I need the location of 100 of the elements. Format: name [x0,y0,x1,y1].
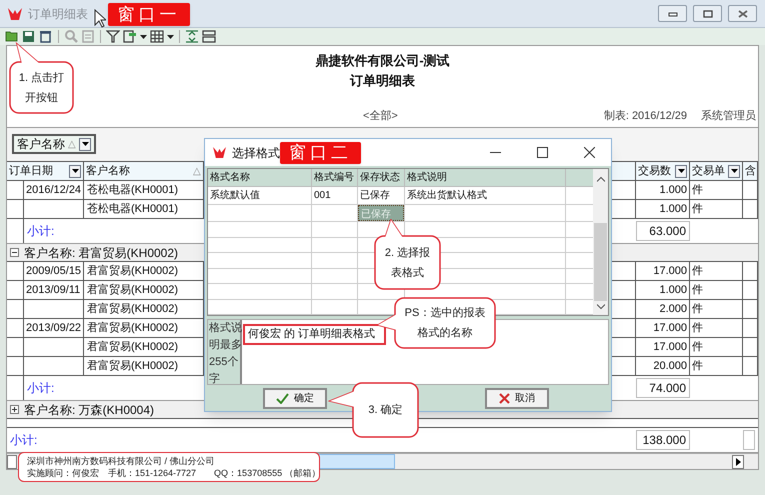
dropdown-arrow-icon [678,169,684,173]
cancel-button[interactable]: 取消 [485,388,549,408]
window-label: 窗口二 [280,142,361,164]
group-label: 客户名称: 万森(KH0004) [24,402,154,418]
table-cell: 件 [690,319,743,337]
column-header[interactable]: 交易单 [692,162,725,180]
minimize-icon[interactable] [490,152,501,154]
dropdown-button[interactable] [728,164,740,178]
callout-text: 1. 点击打 开按钮 [18,70,64,106]
rows-icon[interactable] [202,30,216,43]
dropdown-arrow-icon [730,169,738,173]
callout-text: 2. 选择报 表格式 [384,246,430,280]
table-cell [743,430,755,450]
column-header[interactable]: 订单日期 [9,162,53,180]
close-icon [738,10,748,18]
subtotal-label: 小计: [26,223,54,240]
description-text: 何俊宏 的 订单明细表格式 [243,324,386,345]
vertical-scrollbar[interactable] [593,169,608,315]
report-title: 订单明细表 [350,72,415,90]
scroll-right-icon[interactable] [736,458,740,466]
table-cell[interactable]: 系统默认值 [208,187,311,204]
column-header[interactable]: 客户名称 [86,162,130,180]
checkmark-icon [276,392,289,404]
column-header[interactable]: 格式说明 [405,169,566,186]
dropdown-button[interactable] [79,138,91,151]
table-cell: 1.000 [636,181,690,199]
dropdown-button[interactable] [675,164,687,178]
minimize-button[interactable] [658,5,687,22]
group-by-chip[interactable]: 客户名称 △ [12,134,96,154]
maximize-icon[interactable] [537,147,548,158]
table-cell: 17.000 [636,338,690,356]
callout-bubble [373,219,442,291]
table-cell[interactable]: 已保存 [358,187,404,204]
table-cell: 17.000 [636,262,690,280]
table-cell: 件 [690,200,743,218]
restore-button[interactable] [693,5,722,22]
save-icon[interactable] [22,30,36,43]
table-cell: 2013/09/11 [24,281,84,299]
logo-icon [8,8,22,20]
subtotal-value: 138.000 [636,430,690,450]
dropdown-arrow-icon [72,169,78,173]
table-cell: 件 [690,300,743,318]
caret-icon[interactable] [140,34,147,38]
caret-icon[interactable] [167,34,174,38]
subtotal-label: 小计: [26,380,54,397]
restore-icon [702,10,712,18]
expand-toggle[interactable] [10,405,19,414]
dropdown-arrow-icon [82,142,88,146]
dialog-title: 选择格式 [232,144,280,162]
table-cell: 件 [690,262,743,280]
logo-icon [213,147,226,158]
contact-note-tooltip: 深圳市神州南方数码科技有限公司 / 佛山分公司 实施顾问：何俊宏 手机：151-1264-7727 QQ：153708555 （邮箱） [18,452,320,482]
table-cell[interactable]: 001 [312,187,357,204]
folder-icon[interactable] [5,30,19,43]
minimize-icon [668,10,678,18]
close-icon[interactable] [584,147,595,158]
table-cell: 件 [690,281,743,299]
close-button[interactable] [728,5,757,22]
table-cell[interactable]: 系统出货默认格式 [405,187,565,204]
window-title: 订单明细表 [28,6,88,22]
grid-icon[interactable] [150,30,164,43]
sort-mark: △ [193,164,201,178]
table-cell: 1.000 [636,281,690,299]
window-label: 窗口一 [108,3,190,26]
callout-text: 3. 确定 [368,402,403,418]
scroll-left-button[interactable] [7,454,17,468]
column-header[interactable]: 保存状态 [358,169,405,186]
table-cell: 件 [690,357,743,375]
prepared-date: 制表: 2016/12/29 [604,109,687,124]
collapse-icon[interactable] [185,30,199,43]
group-label: 客户名称: 君富贸易(KH0002) [24,244,178,262]
ok-button[interactable]: 确定 [263,388,327,408]
collapse-toggle[interactable] [10,248,19,257]
close-icon [499,392,510,404]
plus-icon [11,406,18,413]
user-name: 系统管理员 [701,108,756,124]
table-cell: 17.000 [636,319,690,337]
table-cell: 件 [690,181,743,199]
callout-text: PS：选中的报表 格式的名称 [404,306,486,341]
table-cell: 1.000 [636,200,690,218]
company-name: 鼎捷软件有限公司-测试 [315,52,450,70]
subtotal-value: 74.000 [636,378,690,398]
filter-text: <全部> [362,108,398,124]
group-by-label: 客户名称 [17,136,65,154]
subtotal-label: 小计: [9,432,38,449]
cursor-icon [94,9,106,28]
dropdown-button[interactable] [69,164,81,178]
column-header[interactable]: 含 [745,162,756,180]
column-header[interactable]: 交易数 [638,162,671,180]
table-cell: 2009/05/15 [24,262,84,280]
table-cell: 件 [690,338,743,356]
column-header[interactable]: 格式编号 [312,169,358,186]
table-cell: 2016/12/24 [24,181,84,199]
filter-icon[interactable] [106,30,120,43]
table-cell: 20.000 [636,357,690,375]
column-header[interactable]: 格式名称 [208,169,312,186]
table-cell: 2013/09/22 [24,319,84,337]
table-cell: 2.000 [636,300,690,318]
subtotal-value: 63.000 [636,221,690,241]
scroll-thumb[interactable] [317,454,395,469]
